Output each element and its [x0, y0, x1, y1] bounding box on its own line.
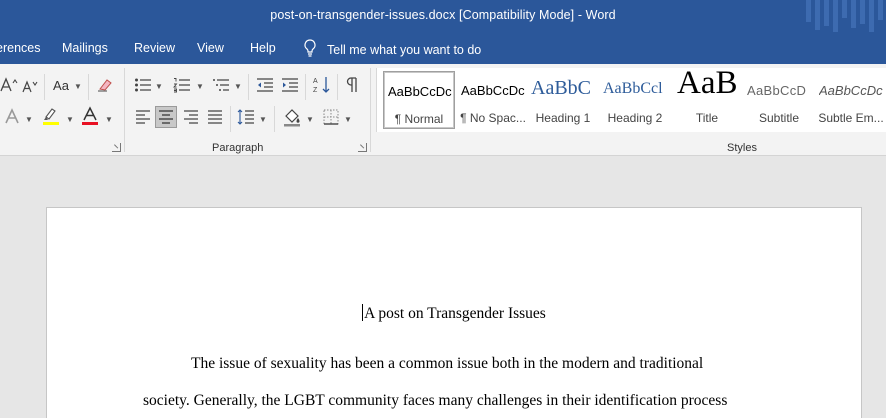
- separator: [230, 106, 231, 132]
- style-sample: AaBbC: [531, 77, 591, 99]
- tab-references[interactable]: erences: [0, 41, 40, 55]
- document-title-line[interactable]: A post on Transgender Issues: [47, 304, 861, 323]
- font-dialog-launcher-icon[interactable]: [112, 143, 121, 152]
- change-case-button[interactable]: Aa: [50, 76, 72, 94]
- style-title[interactable]: AaB Title: [671, 71, 743, 129]
- line-spacing-icon[interactable]: [237, 108, 255, 126]
- style-name: ¶ No Spac...: [460, 111, 526, 125]
- tell-me-box[interactable]: Tell me what you want to do: [303, 39, 481, 60]
- borders-icon[interactable]: [322, 108, 340, 126]
- title-decoration: [815, 0, 820, 30]
- separator: [124, 68, 125, 152]
- align-right-icon[interactable]: [182, 108, 200, 126]
- style-name: Title: [695, 111, 719, 125]
- style-sample: AaBbCcDc: [388, 84, 452, 99]
- styles-group-label: Styles: [727, 142, 757, 154]
- tell-me-label: Tell me what you want to do: [327, 42, 482, 57]
- style-sample: AaBbCcDc: [461, 83, 525, 98]
- title-bar: post-on-transgender-issues.docx [Compati…: [0, 0, 886, 32]
- highlight-color-icon[interactable]: [41, 106, 61, 126]
- clear-formatting-icon[interactable]: [96, 76, 114, 94]
- separator: [248, 74, 249, 100]
- separator: [337, 74, 338, 100]
- ribbon-home: Aa ▼ ▼ ▼ ▼ ▼ ▼ ▼ AZ ▼ ▼ ▼ Paragraph AaBb…: [0, 64, 886, 156]
- text-cursor: [362, 304, 364, 321]
- font-color-icon[interactable]: [80, 106, 100, 126]
- paragraph-line[interactable]: society. Generally, the LGBT community f…: [143, 392, 727, 410]
- style-name: Heading 2: [607, 111, 663, 125]
- chevron-down-icon[interactable]: ▼: [234, 82, 242, 91]
- decrease-indent-icon[interactable]: [256, 76, 274, 94]
- chevron-down-icon[interactable]: ▼: [259, 115, 267, 124]
- lightbulb-icon: [303, 39, 317, 60]
- document-title: A post on Transgender Issues: [364, 305, 546, 322]
- document-area[interactable]: A post on Transgender Issues The issue o…: [0, 157, 886, 418]
- tab-view[interactable]: View: [197, 41, 224, 55]
- chevron-down-icon[interactable]: ▼: [105, 115, 113, 124]
- numbering-icon[interactable]: [173, 76, 191, 94]
- bullets-icon[interactable]: [134, 76, 152, 94]
- grow-font-icon[interactable]: [0, 76, 18, 94]
- chevron-down-icon[interactable]: ▼: [155, 82, 163, 91]
- style-sample: AaBbCcDc: [819, 83, 883, 98]
- tab-review[interactable]: Review: [134, 41, 175, 55]
- show-formatting-marks-icon[interactable]: [343, 76, 361, 94]
- style-name: Subtle Em...: [818, 111, 884, 125]
- separator: [44, 74, 45, 100]
- ribbon-tabs: erences Mailings Review View Help Tell m…: [0, 32, 886, 64]
- tab-help[interactable]: Help: [250, 41, 276, 55]
- title-decoration: [833, 0, 838, 32]
- paragraph-line[interactable]: The issue of sexuality has been a common…: [191, 355, 703, 373]
- multilevel-list-icon[interactable]: [212, 76, 230, 94]
- align-left-icon[interactable]: [134, 108, 152, 126]
- paragraph-group-label: Paragraph: [212, 142, 264, 154]
- separator: [88, 74, 89, 100]
- style-no-spacing[interactable]: AaBbCcDc ¶ No Spac...: [457, 71, 529, 129]
- title-decoration: [824, 0, 829, 26]
- title-decoration: [860, 0, 865, 24]
- svg-text:A: A: [313, 78, 318, 85]
- style-heading-1[interactable]: AaBbC Heading 1: [527, 71, 599, 129]
- title-decoration: [878, 0, 883, 20]
- style-name: Heading 1: [535, 111, 591, 125]
- style-subtitle[interactable]: AaBbCcD Subtitle: [743, 71, 815, 129]
- window-title: post-on-transgender-issues.docx [Compati…: [270, 8, 616, 22]
- style-name: Subtitle: [758, 111, 800, 125]
- styles-gallery: AaBbCcDc ¶ Normal AaBbCcDc ¶ No Spac... …: [376, 68, 886, 132]
- title-decoration: [842, 0, 847, 18]
- tab-mailings[interactable]: Mailings: [62, 41, 108, 55]
- style-subtle-emphasis[interactable]: AaBbCcDc Subtle Em...: [815, 71, 886, 129]
- chevron-down-icon[interactable]: ▼: [306, 115, 314, 124]
- svg-text:Z: Z: [313, 87, 318, 94]
- chevron-down-icon[interactable]: ▼: [344, 115, 352, 124]
- style-sample: AaBbCcD: [747, 83, 807, 98]
- separator: [305, 74, 306, 100]
- chevron-down-icon[interactable]: ▼: [196, 82, 204, 91]
- paragraph-dialog-launcher-icon[interactable]: [358, 143, 367, 152]
- chevron-down-icon[interactable]: ▼: [25, 115, 33, 124]
- chevron-down-icon[interactable]: ▼: [74, 82, 82, 91]
- increase-indent-icon[interactable]: [281, 76, 299, 94]
- justify-icon[interactable]: [206, 108, 224, 126]
- align-center-icon[interactable]: [155, 106, 177, 128]
- shading-icon[interactable]: [282, 107, 302, 127]
- separator: [274, 106, 275, 132]
- separator: [370, 68, 371, 152]
- document-page[interactable]: A post on Transgender Issues The issue o…: [46, 207, 862, 418]
- title-decoration: [851, 0, 856, 28]
- style-name: ¶ Normal: [394, 112, 444, 126]
- chevron-down-icon[interactable]: ▼: [66, 115, 74, 124]
- style-sample: AaBbCcl: [603, 80, 663, 97]
- sort-icon[interactable]: AZ: [312, 75, 332, 95]
- style-sample: AaB: [677, 71, 738, 101]
- shrink-font-icon[interactable]: [22, 78, 38, 94]
- style-heading-2[interactable]: AaBbCcl Heading 2: [599, 71, 671, 129]
- title-decoration: [869, 0, 874, 32]
- style-normal[interactable]: AaBbCcDc ¶ Normal: [383, 71, 455, 129]
- title-decoration: [806, 0, 811, 22]
- text-effects-icon[interactable]: [3, 108, 21, 126]
